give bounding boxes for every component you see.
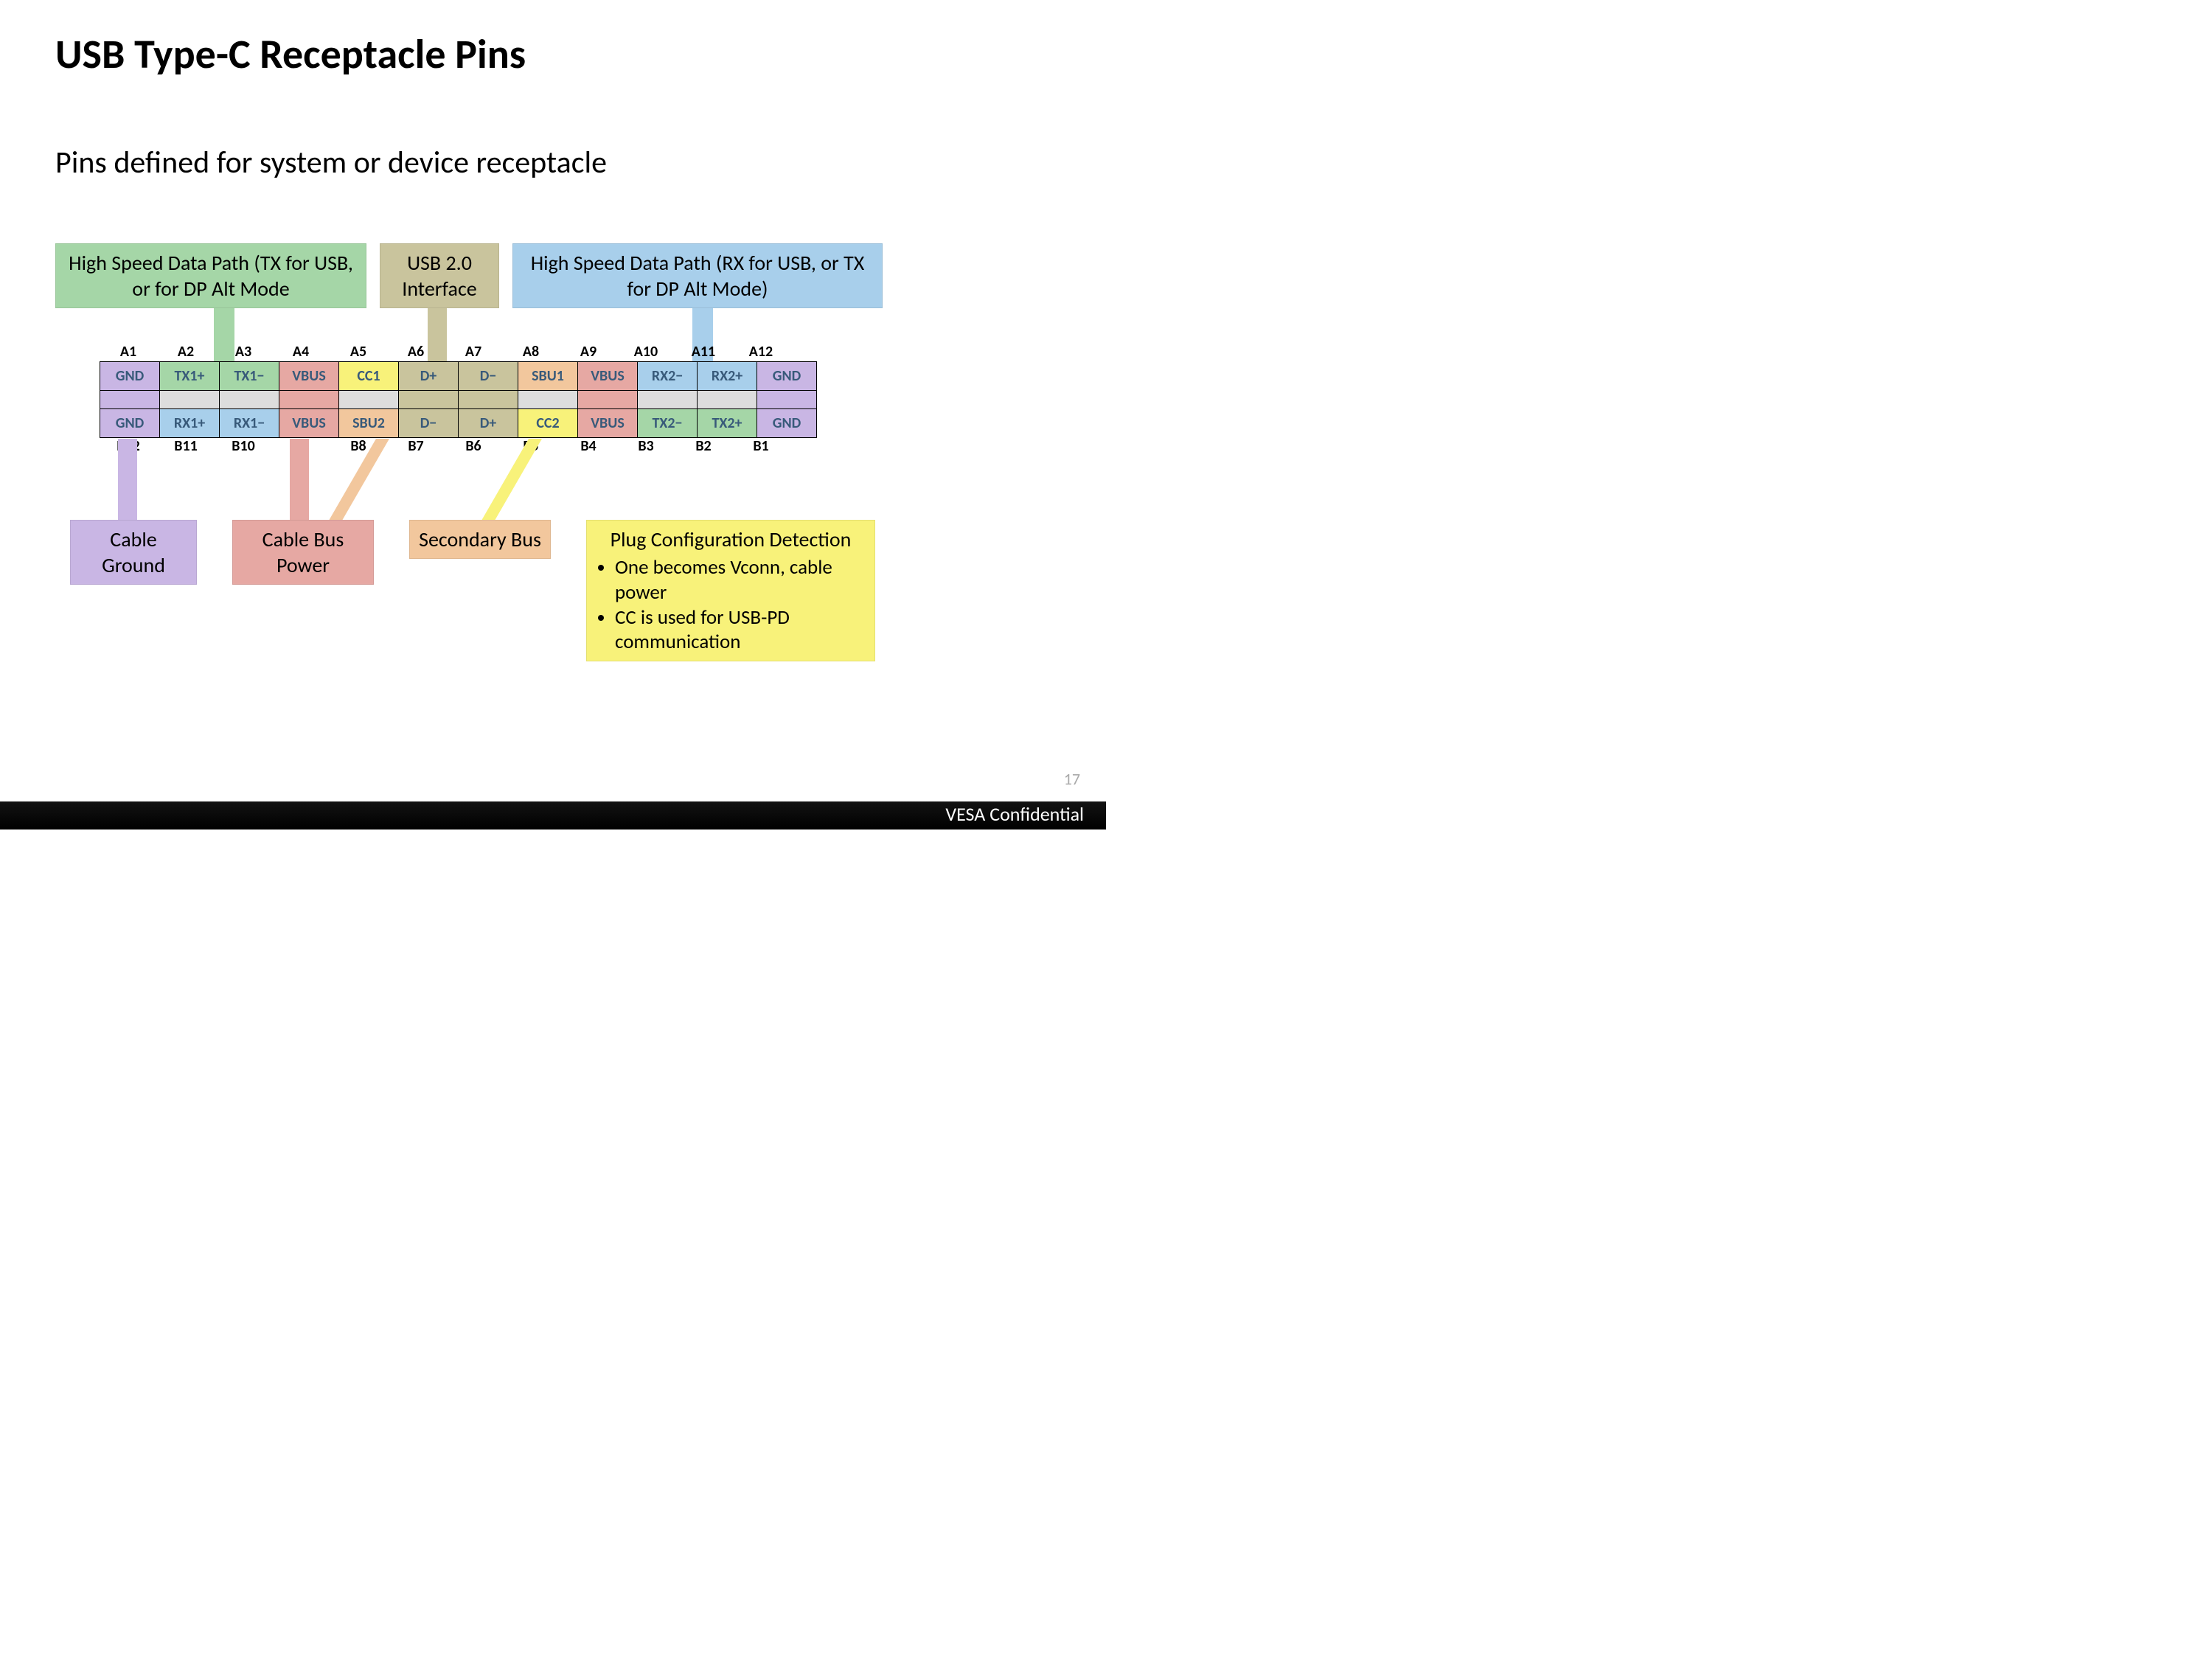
callout-ground: Cable Ground — [70, 520, 197, 585]
col-label-a: A12 — [732, 343, 790, 361]
pin-cell: D+ — [399, 362, 459, 391]
pin-cell: VBUS — [279, 409, 339, 438]
pin-cell: RX1+ — [160, 409, 220, 438]
col-label-b: B11 — [157, 437, 215, 455]
footer-text: VESA Confidential — [945, 802, 1084, 826]
col-label-b: B2 — [675, 437, 732, 455]
conn-gnd — [118, 439, 137, 520]
pin-cell: SBU2 — [339, 409, 399, 438]
col-label-a: A8 — [502, 343, 560, 361]
pin-cell: TX2− — [638, 409, 698, 438]
pin-cell: RX2− — [638, 362, 698, 391]
callout-hs-tx: High Speed Data Path (TX for USB, or for… — [55, 243, 366, 308]
col-label-a: A2 — [157, 343, 215, 361]
pin-mid-cell — [578, 391, 638, 409]
pin-cell: TX2+ — [698, 409, 757, 438]
pin-cell: VBUS — [578, 409, 638, 438]
slide: USB Type-C Receptacle Pins Pins defined … — [0, 0, 1106, 830]
pin-cell: SBU1 — [518, 362, 578, 391]
pin-cell: VBUS — [578, 362, 638, 391]
col-label-b: B6 — [445, 437, 502, 455]
col-label-a: A1 — [100, 343, 157, 361]
col-label-a: A11 — [675, 343, 732, 361]
pin-cell: VBUS — [279, 362, 339, 391]
pin-mid-cell — [160, 391, 220, 409]
pin-row-b: GNDRX1+RX1−VBUSSBU2D−D+CC2VBUSTX2−TX2+GN… — [100, 409, 817, 438]
col-label-b: B10 — [215, 437, 272, 455]
col-label-b: B4 — [560, 437, 617, 455]
pin-row-mid — [100, 391, 817, 409]
col-label-a: A6 — [387, 343, 445, 361]
pin-mid-cell — [100, 391, 160, 409]
col-label-b: B3 — [617, 437, 675, 455]
pin-mid-cell — [638, 391, 698, 409]
page-subtitle: Pins defined for system or device recept… — [55, 144, 607, 181]
pin-cell: D− — [459, 362, 518, 391]
col-label-b: B1 — [732, 437, 790, 455]
callout-cc-bullet-2: CC is used for USB-PD communication — [615, 605, 867, 655]
pin-cell: GND — [757, 409, 817, 438]
pin-cell: RX1− — [220, 409, 279, 438]
conn-vbus — [290, 439, 309, 520]
page-number: 17 — [1064, 769, 1080, 789]
callout-usb20: USB 2.0 Interface — [380, 243, 499, 308]
col-label-b: B7 — [387, 437, 445, 455]
pin-cell: CC1 — [339, 362, 399, 391]
pin-mid-cell — [518, 391, 578, 409]
callout-bus-power: Cable Bus Power — [232, 520, 374, 585]
col-label-a: A4 — [272, 343, 330, 361]
footer-bar: VESA Confidential — [0, 801, 1106, 830]
callout-secondary-bus: Secondary Bus — [409, 520, 551, 559]
callout-cc-bullet-1: One becomes Vconn, cable power — [615, 555, 867, 605]
pin-table: GNDTX1+TX1−VBUSCC1D+D−SBU1VBUSRX2−RX2+GN… — [100, 361, 817, 438]
pin-mid-cell — [220, 391, 279, 409]
callout-cc: Plug Configuration Detection One becomes… — [586, 520, 875, 661]
pin-cell: D− — [399, 409, 459, 438]
col-label-a: A5 — [330, 343, 387, 361]
col-label-a: A9 — [560, 343, 617, 361]
callout-hs-rx: High Speed Data Path (RX for USB, or TX … — [512, 243, 883, 308]
page-title: USB Type-C Receptacle Pins — [55, 29, 526, 80]
pin-cell: GND — [757, 362, 817, 391]
callout-cc-title: Plug Configuration Detection — [611, 526, 852, 552]
pin-cell: GND — [100, 409, 160, 438]
pin-mid-cell — [399, 391, 459, 409]
pin-mid-cell — [279, 391, 339, 409]
pin-mid-cell — [757, 391, 817, 409]
col-label-a: A7 — [445, 343, 502, 361]
pin-row-a: GNDTX1+TX1−VBUSCC1D+D−SBU1VBUSRX2−RX2+GN… — [100, 362, 817, 391]
pin-mid-cell — [459, 391, 518, 409]
pin-cell: GND — [100, 362, 160, 391]
pin-cell: D+ — [459, 409, 518, 438]
pin-cell: CC2 — [518, 409, 578, 438]
col-label-a: A10 — [617, 343, 675, 361]
diagram: High Speed Data Path (TX for USB, or for… — [55, 243, 1051, 759]
col-label-a: A3 — [215, 343, 272, 361]
pin-cell: TX1− — [220, 362, 279, 391]
pin-mid-cell — [339, 391, 399, 409]
pin-mid-cell — [698, 391, 757, 409]
pin-cell: RX2+ — [698, 362, 757, 391]
pin-cell: TX1+ — [160, 362, 220, 391]
